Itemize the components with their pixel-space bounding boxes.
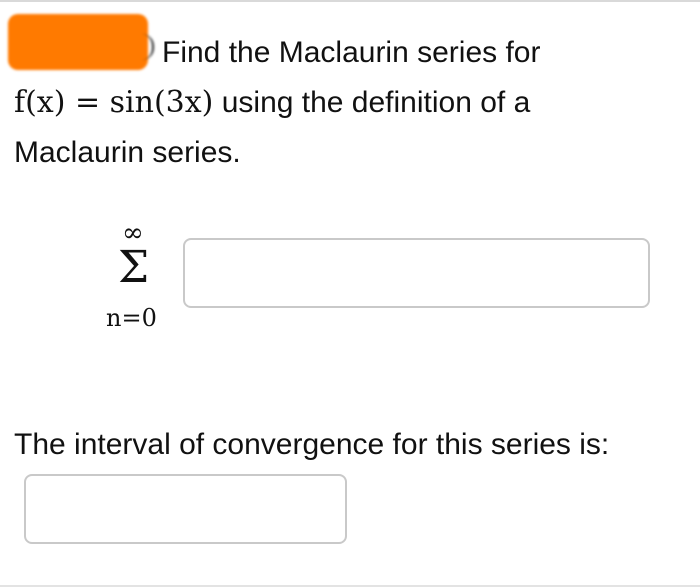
summation-symbol: ∞ Σ n=0 bbox=[100, 218, 170, 338]
sigma-icon: Σ bbox=[118, 242, 150, 293]
question-line-3: Maclaurin series. bbox=[14, 136, 241, 169]
question-line-2: using the definition of a bbox=[221, 86, 531, 119]
series-answer-input[interactable] bbox=[183, 238, 650, 308]
question-line-1: Find the Maclaurin series for bbox=[162, 36, 541, 69]
summation-lower-limit: n=0 bbox=[106, 304, 157, 332]
question-text: Find the Maclaurin series for f(x) = sin… bbox=[14, 28, 684, 178]
top-divider bbox=[0, 0, 700, 2]
interval-answer-input[interactable] bbox=[24, 474, 347, 544]
interval-label: The interval of convergence for this ser… bbox=[14, 428, 610, 461]
function-expression: f(x) = sin(3x) bbox=[14, 85, 214, 120]
